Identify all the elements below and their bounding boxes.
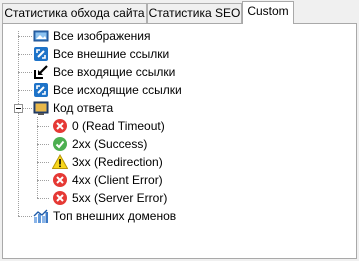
warning-icon <box>52 154 68 169</box>
tree-item-label: Код ответа <box>53 101 114 115</box>
tree-connector <box>37 198 49 199</box>
tab-seo-stats[interactable]: Статистика SEO <box>147 3 242 23</box>
success-check-icon <box>53 137 67 151</box>
tree-item-client-error[interactable]: 4xx (Client Error) <box>52 171 163 189</box>
tree-item-label: 2xx (Success) <box>72 137 148 151</box>
tree-item-read-timeout[interactable]: 0 (Read Timeout) <box>52 117 165 135</box>
tree-connector <box>37 144 49 145</box>
tree-connector <box>23 108 32 109</box>
tree-connector <box>18 216 32 217</box>
outgoing-links-icon <box>34 83 48 97</box>
tree-item-label: Топ внешних доменов <box>53 209 177 223</box>
tree-connector <box>37 180 49 181</box>
tree-item-all-incoming-links[interactable]: Все входящие ссылки <box>33 63 175 81</box>
tree-item-label: Все внешние ссылки <box>53 47 170 61</box>
tree-item-all-images[interactable]: Все изображения <box>33 27 151 45</box>
error-icon <box>53 191 67 205</box>
tree-connector <box>37 117 38 198</box>
tree-item-redirection[interactable]: 3xx (Redirection) <box>52 153 163 171</box>
error-icon <box>53 173 67 187</box>
tree-connector <box>37 126 49 127</box>
tree-item-server-error[interactable]: 5xx (Server Error) <box>52 189 167 207</box>
chart-icon <box>33 209 48 223</box>
tree-item-label: 5xx (Server Error) <box>72 191 168 205</box>
tree-item-label: 0 (Read Timeout) <box>72 119 165 133</box>
tab-label: Custom <box>247 4 289 18</box>
response-code-icon <box>33 101 49 115</box>
tree-connector <box>18 90 32 91</box>
tree-item-label: Все исходящие ссылки <box>53 83 182 97</box>
tree-item-success[interactable]: 2xx (Success) <box>52 135 147 153</box>
tree-item-label: 4xx (Client Error) <box>72 173 163 187</box>
tree-item-all-outgoing-links[interactable]: Все исходящие ссылки <box>33 81 182 99</box>
tree-item-all-external-links[interactable]: Все внешние ссылки <box>33 45 169 63</box>
incoming-links-icon <box>34 65 48 79</box>
tree-connector <box>18 54 32 55</box>
external-links-icon <box>34 47 48 61</box>
tree-connector <box>18 72 32 73</box>
error-icon <box>53 119 67 133</box>
tree-item-response-code[interactable]: Код ответа <box>33 99 113 117</box>
tree-item-label: Все изображения <box>53 29 151 43</box>
tree-connector <box>18 36 32 37</box>
tab-bar: Статистика обхода сайта Статистика SEO C… <box>0 0 359 24</box>
tab-custom[interactable]: Custom <box>242 1 294 24</box>
tab-label: Статистика обхода сайта <box>4 6 145 20</box>
tab-crawl-stats[interactable]: Статистика обхода сайта <box>2 3 147 23</box>
collapse-toggle[interactable] <box>14 104 23 113</box>
tab-label: Статистика SEO <box>148 6 241 20</box>
custom-panel: Все изображения Все внешние ссылки Все в… <box>2 23 357 259</box>
tree-connector <box>18 31 19 216</box>
tree-item-label: Все входящие ссылки <box>53 65 176 79</box>
tree-item-top-external-domains[interactable]: Топ внешних доменов <box>33 207 176 225</box>
tree-view: Все изображения Все внешние ссылки Все в… <box>3 24 356 258</box>
tree-connector <box>37 162 49 163</box>
images-icon <box>33 30 49 42</box>
tree-item-label: 3xx (Redirection) <box>72 155 163 169</box>
